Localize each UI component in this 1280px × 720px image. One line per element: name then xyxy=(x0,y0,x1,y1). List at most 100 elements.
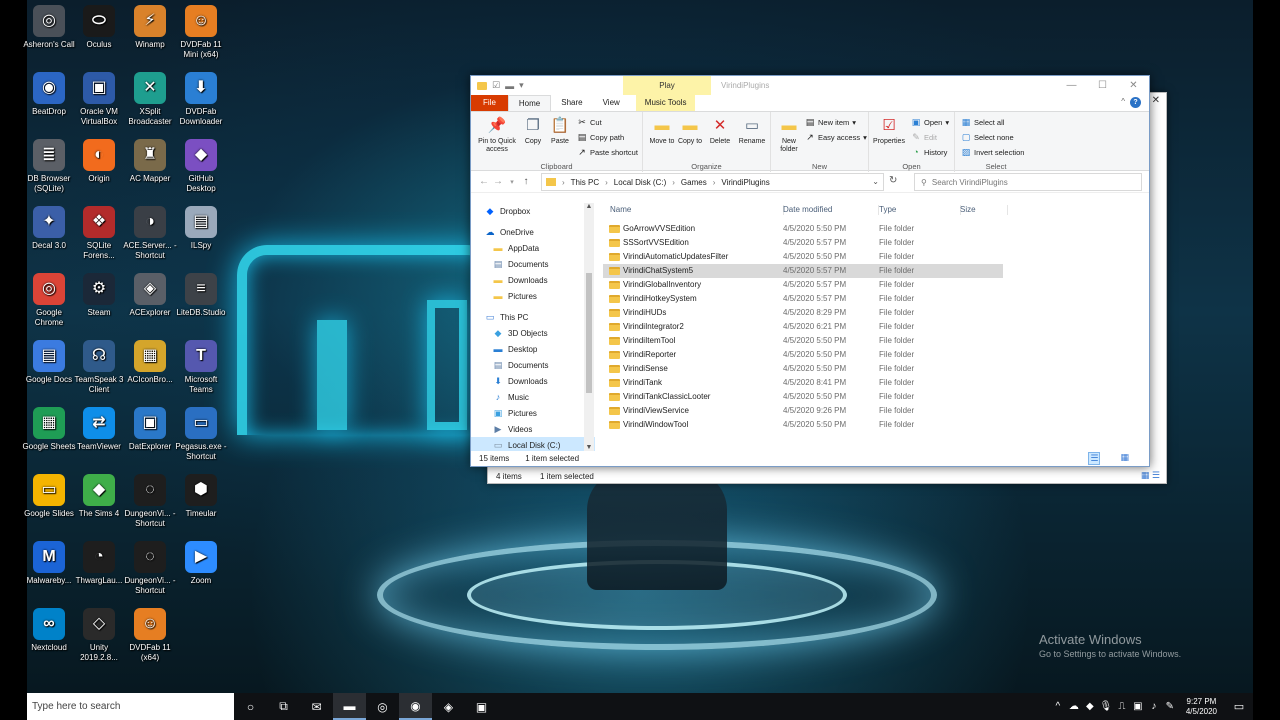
desktop-shortcut[interactable]: ⚡ Winamp xyxy=(122,5,178,50)
copy-path-button[interactable]: ▤ Copy path xyxy=(577,132,624,143)
onedrive-icon[interactable]: ☁ xyxy=(1066,701,1082,712)
desktop-shortcut[interactable]: ▦ Google Sheets xyxy=(21,407,77,452)
paste-shortcut-button[interactable]: ↗ Paste shortcut xyxy=(577,147,638,158)
copy-button[interactable]: ❐ Copy xyxy=(521,116,545,146)
taskbar-search-input[interactable]: Type here to search xyxy=(27,693,234,720)
volume-icon[interactable]: ♪ xyxy=(1146,701,1162,712)
close-button[interactable]: ✕ xyxy=(1118,76,1149,95)
recent-locations-icon[interactable]: ▾ xyxy=(505,178,519,186)
desktop-shortcut[interactable]: ◆ GitHub Desktop xyxy=(173,139,229,194)
invert-selection-button[interactable]: ▨ Invert selection xyxy=(961,147,1025,158)
desktop-shortcut[interactable]: ☺ DVDFab 11 Mini (x64) xyxy=(173,5,229,60)
microphone-icon[interactable]: 🎙 xyxy=(1098,701,1114,712)
desktop-shortcut[interactable]: ✕ XSplit Broadcaster xyxy=(122,72,178,127)
minimize-button[interactable]: — xyxy=(1056,76,1087,95)
move-to-button[interactable]: ▬ Move to xyxy=(649,116,675,146)
back-arrow-icon[interactable]: ← xyxy=(477,176,491,187)
collapse-ribbon-icon[interactable]: ^ xyxy=(1121,97,1125,106)
refresh-icon[interactable]: ↻ xyxy=(889,175,897,186)
table-row[interactable]: VirindiIntegrator2 4/5/2020 6:21 PM File f… xyxy=(603,320,1003,334)
properties-button[interactable]: ☑ Properties xyxy=(871,116,907,146)
crumb-virindiplugins[interactable]: VirindiPlugins xyxy=(721,178,769,187)
bg-view-toggle-icon[interactable]: ▦ ☰ xyxy=(1141,470,1160,481)
desktop-shortcut[interactable]: ◔ ThwargLau... xyxy=(71,541,127,586)
desktop-shortcut[interactable]: ◇ Unity 2019.2.8... xyxy=(71,608,127,663)
nav-item[interactable]: ◆ Dropbox xyxy=(471,203,595,219)
crumb-games[interactable]: Games xyxy=(681,178,707,187)
notifications-icon[interactable]: ▭ xyxy=(1225,700,1253,713)
chevron-up-icon[interactable]: ^ xyxy=(1050,701,1066,712)
delete-button[interactable]: ✕ Delete xyxy=(707,116,733,146)
select-none-button[interactable]: ▢ Select none xyxy=(961,132,1014,143)
crumb-this-pc[interactable]: This PC xyxy=(571,178,599,187)
desktop-shortcut[interactable]: ▣ DatExplorer xyxy=(122,407,178,452)
task-view-icon[interactable]: ⧉ xyxy=(267,693,300,720)
desktop-shortcut[interactable]: ◌ DungeonVi... - Shortcut xyxy=(122,541,178,596)
desktop-shortcut[interactable]: ▤ Google Docs xyxy=(21,340,77,385)
title-bar[interactable]: ☑ ▬ ▾ Play VirindiPlugins — ☐ ✕ xyxy=(471,76,1149,95)
forward-arrow-icon[interactable]: → xyxy=(491,176,505,187)
tab-share[interactable]: Share xyxy=(551,95,592,111)
tab-file[interactable]: File xyxy=(471,95,508,111)
desktop-shortcut[interactable]: ⇄ TeamViewer xyxy=(71,407,127,452)
nav-item[interactable]: ◆ 3D Objects xyxy=(471,325,595,341)
edit-button[interactable]: ✎ Edit xyxy=(911,132,937,143)
table-row[interactable]: VirindiReporter 4/5/2020 5:50 PM File fold… xyxy=(603,348,1003,362)
column-header-name[interactable]: Name xyxy=(610,203,784,217)
desktop-shortcut[interactable]: ▶ Zoom xyxy=(173,541,229,586)
desktop-shortcut[interactable]: ◆ The Sims 4 xyxy=(71,474,127,519)
pen-icon[interactable]: ✎ xyxy=(1162,701,1178,712)
desktop-shortcut[interactable]: ▭ Google Slides xyxy=(21,474,77,519)
xsplit-taskbar-icon[interactable]: ▣ xyxy=(465,693,498,720)
help-icon[interactable]: ? xyxy=(1130,97,1141,108)
new-folder-quick-icon[interactable]: ▬ xyxy=(505,81,514,91)
nav-item[interactable]: ☁ OneDrive xyxy=(471,224,595,240)
nav-item[interactable]: ▭ Local Disk (C:) xyxy=(471,437,595,451)
scrollbar-thumb[interactable] xyxy=(586,273,592,393)
desktop-shortcut[interactable]: ◑ ACE.Server... - Shortcut xyxy=(122,206,178,261)
table-row[interactable]: VirindiChatSystem5 4/5/2020 5:57 PM File f… xyxy=(603,264,1003,278)
desktop-shortcut[interactable]: ◉ BeatDrop xyxy=(21,72,77,117)
tab-home[interactable]: Home xyxy=(507,95,552,111)
pin-quick-access-button[interactable]: 📌 Pin to Quick access xyxy=(475,116,519,154)
usb-icon[interactable]: ⎍ xyxy=(1114,701,1130,712)
nav-item[interactable]: ▶ Videos xyxy=(471,421,595,437)
table-row[interactable]: VirindiWindowTool 4/5/2020 5:50 PM File fo… xyxy=(603,418,1003,432)
bg-window-close-icon[interactable]: ✕ xyxy=(1152,95,1160,106)
desktop-shortcut[interactable]: ⬢ Timeular xyxy=(173,474,229,519)
tab-view[interactable]: View xyxy=(593,95,630,111)
desktop-shortcut[interactable]: ⚙ Steam xyxy=(71,273,127,318)
desktop-shortcut[interactable]: ▭ Pegasus.exe - Shortcut xyxy=(173,407,229,462)
file-explorer-window[interactable]: ☑ ▬ ▾ Play VirindiPlugins — ☐ ✕ File Hom… xyxy=(470,75,1150,467)
table-row[interactable]: VirindiGlobalInventory 4/5/2020 5:57 PM Fi… xyxy=(603,278,1003,292)
nav-item[interactable]: ▬ AppData xyxy=(471,240,595,256)
desktop-shortcut[interactable]: M Malwareby... xyxy=(21,541,77,586)
new-item-button[interactable]: ▤ New item ▾ xyxy=(805,117,856,128)
column-header-size[interactable]: Size xyxy=(960,203,1008,217)
table-row[interactable]: VirindiSense 4/5/2020 5:50 PM File folder xyxy=(603,362,1003,376)
nav-item[interactable]: ▣ Pictures xyxy=(471,405,595,421)
play-context-tab[interactable]: Play xyxy=(623,76,711,95)
large-icons-view-icon[interactable]: ▦ xyxy=(1120,452,1129,465)
desktop-shortcut[interactable]: ⬇ DVDFab Downloader xyxy=(173,72,229,127)
table-row[interactable]: VirindiAutomaticUpdatesFilter 4/5/2020 5:… xyxy=(603,250,1003,264)
table-row[interactable]: VirindiViewService 4/5/2020 9:26 PM File f… xyxy=(603,404,1003,418)
table-row[interactable]: VirindiHotkeySystem 4/5/2020 5:57 PM File … xyxy=(603,292,1003,306)
clock[interactable]: 9:27 PM 4/5/2020 xyxy=(1178,697,1225,717)
desktop-shortcut[interactable]: ♜ AC Mapper xyxy=(122,139,178,184)
nav-item[interactable]: ▬ Desktop xyxy=(471,341,595,357)
desktop-shortcut[interactable]: ☊ TeamSpeak 3 Client xyxy=(71,340,127,395)
table-row[interactable]: GoArrowVVSEdition 4/5/2020 5:50 PM File fo… xyxy=(603,222,1003,236)
maximize-button[interactable]: ☐ xyxy=(1087,76,1118,95)
dropbox-icon[interactable]: ◆ xyxy=(1082,701,1098,712)
column-header-date[interactable]: Date modified xyxy=(783,203,879,217)
obs-icon[interactable]: ◉ xyxy=(399,693,432,720)
scroll-up-icon[interactable]: ▲ xyxy=(584,203,594,210)
desktop-shortcut[interactable]: ∞ Nextcloud xyxy=(21,608,77,653)
nav-item[interactable]: ▭ This PC xyxy=(471,309,595,325)
desktop-shortcut[interactable]: ≡ LiteDB.Studio xyxy=(173,273,229,318)
discord-icon[interactable]: ◈ xyxy=(432,693,465,720)
details-view-icon[interactable]: ☰ xyxy=(1088,451,1101,465)
nav-item[interactable]: ▤ Documents xyxy=(471,357,595,373)
table-row[interactable]: VirindiTankClassicLooter 4/5/2020 5:50 PM… xyxy=(603,390,1003,404)
